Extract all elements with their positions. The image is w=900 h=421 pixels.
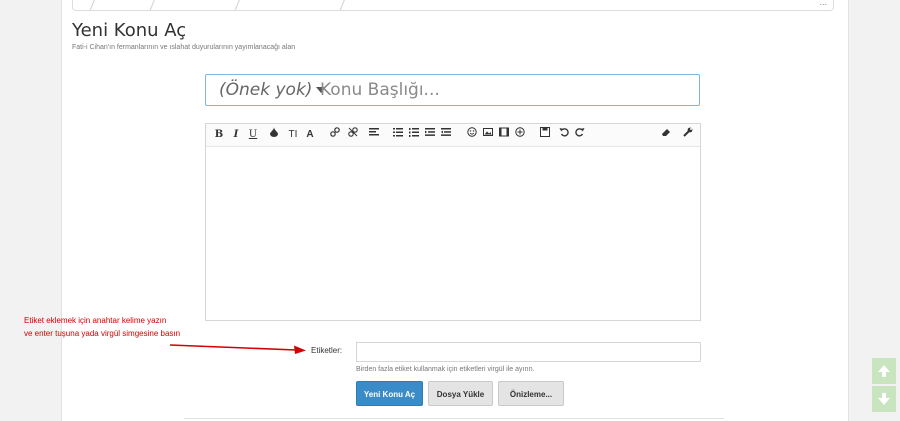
save-draft-icon[interactable] bbox=[539, 127, 551, 142]
redo-icon[interactable] bbox=[574, 127, 586, 142]
breadcrumb-separator bbox=[88, 0, 99, 10]
upload-file-button[interactable]: Dosya Yükle bbox=[428, 381, 493, 406]
more-menu-button[interactable]: ... bbox=[819, 0, 827, 7]
message-editor: B I U TI A bbox=[205, 123, 701, 321]
scroll-down-button[interactable] bbox=[872, 386, 896, 412]
eraser-icon[interactable] bbox=[660, 127, 672, 142]
preview-button[interactable]: Önizleme... bbox=[498, 381, 564, 406]
smiley-icon[interactable] bbox=[466, 127, 478, 142]
annotation-arrow-icon bbox=[170, 344, 306, 354]
annotation-line-2: ve enter tuşuna yada virgül simgesine ba… bbox=[24, 329, 181, 338]
undo-icon[interactable] bbox=[558, 127, 570, 142]
page-subtitle: Fati-i Cihan'ın fermanlarının ve ıslahat… bbox=[72, 44, 296, 51]
wrench-icon[interactable] bbox=[682, 127, 694, 142]
subject-field: (Önek yok) bbox=[205, 74, 700, 106]
unlink-icon[interactable] bbox=[347, 127, 359, 142]
tags-input[interactable] bbox=[356, 342, 701, 362]
arrow-down-icon bbox=[878, 393, 890, 405]
prefix-dropdown[interactable]: (Önek yok) bbox=[219, 80, 327, 100]
message-textarea[interactable] bbox=[206, 147, 700, 320]
image-icon[interactable] bbox=[482, 127, 494, 142]
align-icon[interactable] bbox=[368, 127, 380, 142]
bold-button[interactable]: B bbox=[214, 127, 224, 142]
media-icon[interactable] bbox=[498, 127, 510, 142]
font-button[interactable]: A bbox=[305, 127, 315, 142]
text-size-button[interactable]: TI bbox=[286, 127, 300, 142]
scroll-up-button[interactable] bbox=[872, 358, 896, 384]
breadcrumb-separator bbox=[233, 0, 244, 10]
breadcrumb-separator bbox=[338, 0, 349, 10]
underline-button[interactable]: U bbox=[248, 127, 258, 142]
breadcrumb: ... bbox=[72, 0, 834, 11]
numbered-list-icon[interactable] bbox=[408, 127, 420, 142]
bullet-list-icon[interactable] bbox=[392, 127, 404, 142]
indent-icon[interactable] bbox=[440, 127, 452, 142]
italic-button[interactable]: I bbox=[231, 127, 241, 142]
insert-icon[interactable] bbox=[514, 127, 526, 142]
arrow-up-icon bbox=[878, 365, 890, 377]
create-thread-button[interactable]: Yeni Konu Aç bbox=[356, 381, 423, 406]
link-icon[interactable] bbox=[329, 127, 341, 142]
subject-title-input[interactable] bbox=[320, 79, 690, 101]
annotation-line-1: Etiket eklemek için anahtar kelime yazın bbox=[24, 316, 167, 325]
editor-toolbar: B I U TI A bbox=[206, 124, 700, 147]
outdent-icon[interactable] bbox=[424, 127, 436, 142]
breadcrumb-separator bbox=[148, 0, 159, 10]
page-title: Yeni Konu Aç bbox=[72, 20, 187, 41]
tags-label: Etiketler: bbox=[311, 346, 343, 355]
divider bbox=[184, 418, 724, 419]
tags-hint: Birden fazla etiket kullanmak için etike… bbox=[356, 366, 535, 373]
text-color-icon[interactable] bbox=[268, 127, 280, 142]
prefix-label: (Önek yok) bbox=[219, 80, 313, 100]
